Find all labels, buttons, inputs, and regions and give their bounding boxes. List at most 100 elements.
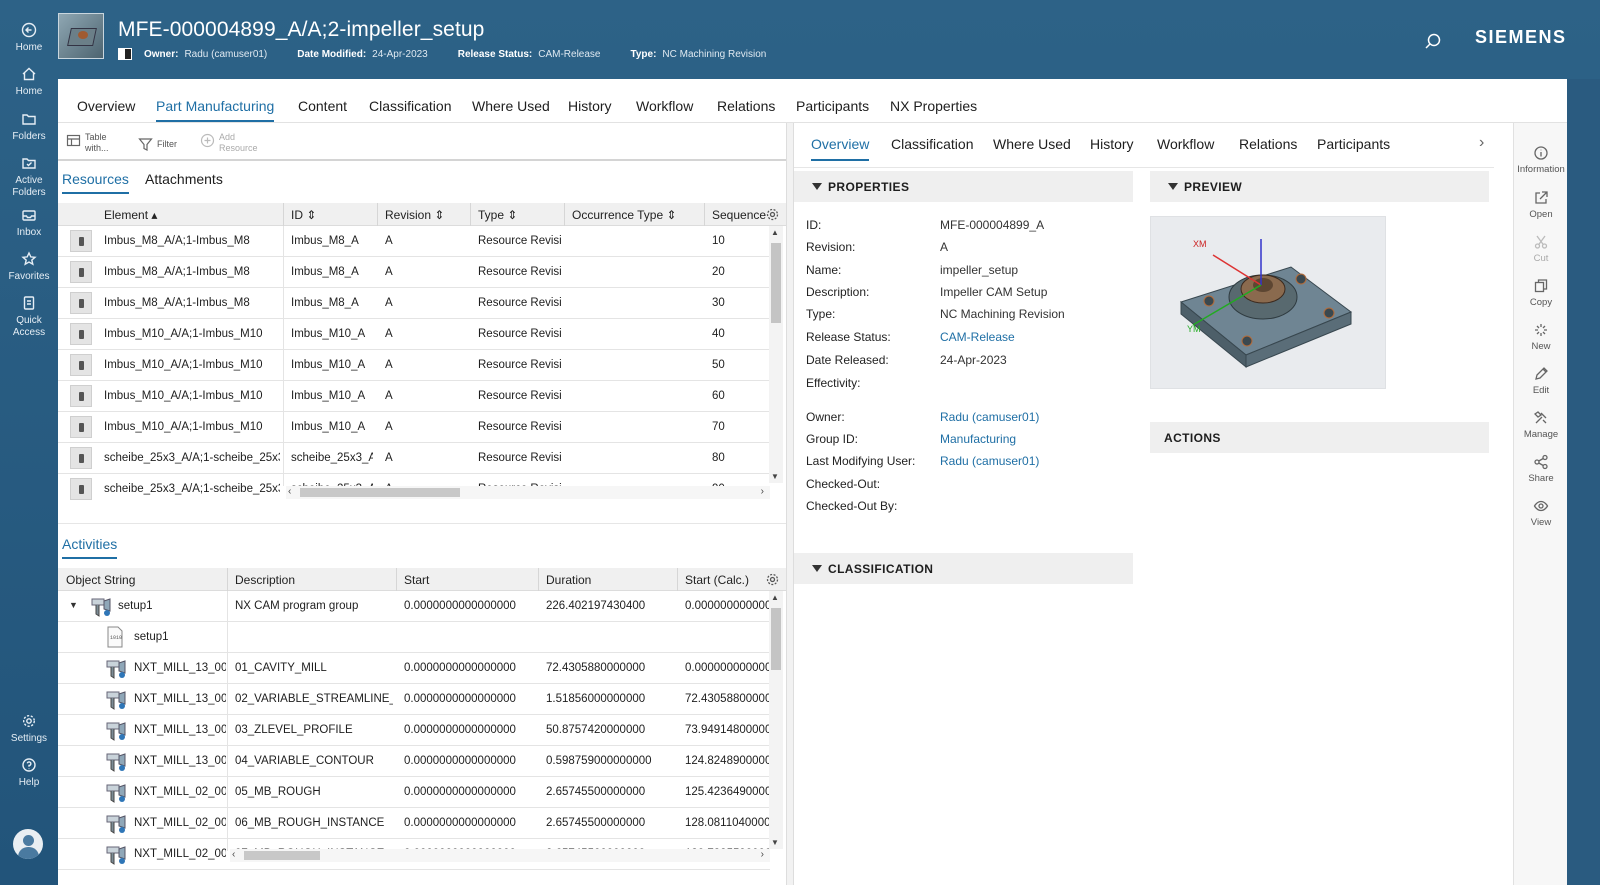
- cut-command[interactable]: Cut: [1514, 234, 1568, 264]
- col-separator[interactable]: [227, 568, 228, 591]
- scroll-down-icon[interactable]: ▼: [771, 838, 779, 847]
- preview-section-header[interactable]: PREVIEW: [1150, 171, 1489, 202]
- side-tab-workflow[interactable]: Workflow: [1157, 136, 1214, 152]
- nav-home-back[interactable]: Home: [0, 22, 58, 54]
- col-type[interactable]: Type ⇕: [478, 208, 517, 222]
- nav-active-folders[interactable]: Active Folders: [0, 155, 58, 199]
- nav-inbox[interactable]: Inbox: [0, 207, 58, 239]
- scroll-thumb[interactable]: [300, 488, 460, 497]
- tab-attachments[interactable]: Attachments: [145, 171, 223, 187]
- tab-nx-properties[interactable]: NX Properties: [890, 98, 977, 114]
- col-description[interactable]: Description: [235, 573, 295, 587]
- activity-row[interactable]: NXT_MILL_13_00... 02_VARIABLE_STREAMLINE_…: [58, 684, 770, 715]
- scroll-up-icon[interactable]: ▲: [771, 228, 779, 237]
- table-settings-button[interactable]: [765, 207, 780, 222]
- property-value[interactable]: Manufacturing: [940, 432, 1016, 446]
- tab-history[interactable]: History: [568, 98, 612, 114]
- side-tab-classification[interactable]: Classification: [891, 136, 973, 152]
- col-start-calc[interactable]: Start (Calc.): [685, 573, 749, 587]
- resources-vscroll[interactable]: ▲ ▼: [769, 226, 783, 483]
- activities-settings-button[interactable]: [765, 572, 780, 587]
- col-separator[interactable]: [538, 568, 539, 591]
- pane-splitter[interactable]: [786, 123, 794, 885]
- filter-button[interactable]: Filter: [138, 136, 177, 152]
- activities-hscroll[interactable]: ‹ ›: [230, 849, 770, 862]
- col-separator[interactable]: [396, 568, 397, 591]
- side-tab-where-used[interactable]: Where Used: [993, 136, 1071, 152]
- col-occurrence-type[interactable]: Occurrence Type ⇕: [572, 208, 677, 222]
- col-sequence[interactable]: Sequence: [712, 208, 766, 222]
- table-row[interactable]: scheibe_25x3_A/A;1-scheibe_25x3 scheibe_2…: [58, 443, 770, 474]
- tab-relations[interactable]: Relations: [717, 98, 775, 114]
- side-tab-overview[interactable]: Overview: [811, 136, 870, 161]
- tab-content[interactable]: Content: [298, 98, 347, 114]
- scroll-up-icon[interactable]: ▲: [771, 593, 779, 602]
- activity-row[interactable]: NXT_MILL_02_00... 05_MB_ROUGH 0.0000000000…: [58, 777, 770, 808]
- property-value[interactable]: Radu (camuser01): [940, 410, 1039, 424]
- copy-command[interactable]: Copy: [1514, 278, 1568, 308]
- table-row[interactable]: Imbus_M10_A/A;1-Imbus_M10 Imbus_M10_A A Res…: [58, 412, 770, 443]
- tab-workflow[interactable]: Workflow: [636, 98, 693, 114]
- col-separator[interactable]: [564, 203, 565, 226]
- scroll-right-icon[interactable]: ›: [761, 486, 764, 497]
- activity-row[interactable]: NXT_MILL_13_00... 01_CAVITY_MILL 0.0000000…: [58, 653, 770, 684]
- col-separator[interactable]: [470, 203, 471, 226]
- col-duration[interactable]: Duration: [546, 573, 591, 587]
- tab-resources[interactable]: Resources: [62, 171, 129, 194]
- open-command[interactable]: Open: [1514, 190, 1568, 220]
- search-button[interactable]: [1424, 32, 1444, 52]
- table-row[interactable]: Imbus_M8_A/A;1-Imbus_M8 Imbus_M8_A A Resour…: [58, 226, 770, 257]
- col-separator[interactable]: [704, 203, 705, 226]
- scroll-down-icon[interactable]: ▼: [771, 472, 779, 481]
- scroll-left-icon[interactable]: ‹: [288, 486, 291, 497]
- property-value[interactable]: CAM-Release: [940, 330, 1015, 344]
- table-row[interactable]: Imbus_M8_A/A;1-Imbus_M8 Imbus_M8_A A Resour…: [58, 288, 770, 319]
- col-separator[interactable]: [677, 568, 678, 591]
- col-revision[interactable]: Revision ⇕: [385, 208, 444, 222]
- properties-section-header[interactable]: PROPERTIES: [794, 171, 1133, 202]
- nav-favorites[interactable]: Favorites: [0, 251, 58, 283]
- scroll-left-icon[interactable]: ‹: [232, 849, 235, 860]
- activity-row[interactable]: NXT_MILL_13_00... 03_ZLEVEL_PROFILE 0.0000…: [58, 715, 770, 746]
- table-view-button[interactable]: Table with...: [66, 132, 126, 154]
- chevron-right-icon[interactable]: ›: [1479, 134, 1484, 152]
- nav-settings[interactable]: Settings: [0, 713, 58, 745]
- user-avatar[interactable]: [13, 829, 43, 859]
- side-tab-history[interactable]: History: [1090, 136, 1134, 152]
- table-row[interactable]: Imbus_M10_A/A;1-Imbus_M10 Imbus_M10_A A Res…: [58, 381, 770, 412]
- edit-command[interactable]: Edit: [1514, 366, 1568, 396]
- tab-classification[interactable]: Classification: [369, 98, 451, 114]
- col-separator[interactable]: [377, 203, 378, 226]
- expand-chevron-icon[interactable]: ▼: [69, 600, 78, 610]
- col-element[interactable]: Element ▴: [104, 208, 157, 222]
- manage-command[interactable]: Manage: [1514, 410, 1568, 440]
- table-row[interactable]: Imbus_M8_A/A;1-Imbus_M8 Imbus_M8_A A Resour…: [58, 257, 770, 288]
- nav-home[interactable]: Home: [0, 66, 58, 98]
- add-resource-button[interactable]: Add Resource: [200, 132, 263, 154]
- new-command[interactable]: New: [1514, 322, 1568, 352]
- nav-help[interactable]: Help: [0, 757, 58, 789]
- nav-folders[interactable]: Folders: [0, 111, 58, 143]
- scroll-right-icon[interactable]: ›: [761, 849, 764, 860]
- tab-participants[interactable]: Participants: [796, 98, 869, 114]
- activity-row[interactable]: NXT_MILL_13_00... 04_VARIABLE_CONTOUR 0.00…: [58, 746, 770, 777]
- side-tab-participants[interactable]: Participants: [1317, 136, 1390, 152]
- col-id[interactable]: ID ⇕: [291, 208, 316, 222]
- scroll-thumb[interactable]: [771, 608, 781, 670]
- activity-row[interactable]: 1010 setup1: [58, 622, 770, 653]
- actions-section-header[interactable]: ACTIONS: [1150, 422, 1489, 453]
- classification-section-header[interactable]: CLASSIFICATION: [794, 553, 1133, 584]
- activity-row[interactable]: NXT_MILL_02_00... 06_MB_ROUGH_INSTANCE 0.0…: [58, 808, 770, 839]
- tab-part-manufacturing[interactable]: Part Manufacturing: [156, 98, 275, 122]
- share-command[interactable]: Share: [1514, 454, 1568, 484]
- information-command[interactable]: Information: [1514, 145, 1568, 175]
- preview-image[interactable]: XM YM: [1150, 216, 1386, 389]
- col-start[interactable]: Start: [404, 573, 429, 587]
- activities-vscroll[interactable]: ▲ ▼: [769, 591, 783, 849]
- property-value[interactable]: Radu (camuser01): [940, 454, 1039, 468]
- activity-row[interactable]: ▼ setup1 NX CAM program group 0.00000000000…: [58, 591, 770, 622]
- table-row[interactable]: Imbus_M10_A/A;1-Imbus_M10 Imbus_M10_A A Res…: [58, 350, 770, 381]
- table-row[interactable]: Imbus_M10_A/A;1-Imbus_M10 Imbus_M10_A A Res…: [58, 319, 770, 350]
- view-command[interactable]: View: [1514, 498, 1568, 528]
- tab-where-used[interactable]: Where Used: [472, 98, 550, 114]
